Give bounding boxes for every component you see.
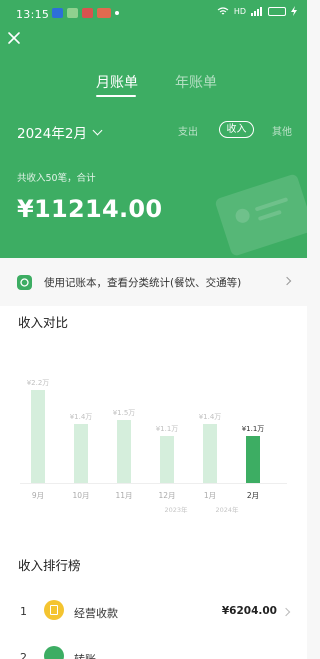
news-notification-icon bbox=[82, 8, 93, 18]
more-dot-icon bbox=[115, 11, 119, 15]
chart-bar[interactable] bbox=[31, 390, 45, 483]
month-label: 2024年2月 bbox=[17, 126, 87, 142]
chart-bar[interactable] bbox=[203, 424, 217, 483]
income-comparison-chart: 2023年 2024年 ¥2.2万 9月 ¥1.4万 10月 ¥1.5万 11月 ¥1.1万… bbox=[0, 350, 307, 520]
ledger-icon bbox=[17, 275, 32, 290]
rank-number: 1 bbox=[20, 605, 27, 618]
chart-baseline bbox=[20, 483, 287, 484]
segment-income[interactable]: 收入 bbox=[219, 121, 254, 138]
ranking-row[interactable]: 2 转账 bbox=[0, 646, 307, 659]
income-summary: 共收入50笔，合计 bbox=[17, 173, 96, 184]
chart-bar[interactable] bbox=[160, 436, 174, 483]
bar-value-label: ¥1.4万 bbox=[69, 413, 93, 421]
rank-number: 2 bbox=[20, 651, 27, 659]
rank-category: 经营收款 bbox=[74, 607, 118, 620]
rank-category: 转账 bbox=[74, 651, 96, 659]
rank-amount: ¥6204.00 bbox=[221, 605, 277, 617]
chevron-right-icon bbox=[282, 276, 292, 286]
business-income-icon bbox=[44, 600, 64, 620]
chart-bar[interactable] bbox=[117, 420, 131, 483]
ledger-tip-bar[interactable]: 使用记账本，查看分类统计(餐饮、交通等) bbox=[0, 258, 307, 306]
tab-monthly[interactable]: 月账单 bbox=[96, 72, 138, 92]
comparison-title: 收入对比 bbox=[18, 315, 69, 330]
chart-bar[interactable] bbox=[74, 424, 88, 483]
x-axis-label: 1月 bbox=[203, 491, 217, 500]
tab-indicator bbox=[96, 95, 136, 97]
shop-notification-icon bbox=[97, 8, 111, 18]
charging-icon bbox=[291, 6, 297, 16]
signal-icon bbox=[251, 6, 262, 16]
chevron-right-icon bbox=[281, 607, 291, 617]
content-card: 收入对比 2023年 2024年 ¥2.2万 9月 ¥1.4万 10月 ¥1.5万 11月… bbox=[0, 306, 307, 659]
x-axis-label: 12月 bbox=[158, 491, 176, 500]
bill-tabs: 月账单 年账单 bbox=[0, 72, 307, 102]
segment-other[interactable]: 其他 bbox=[272, 123, 292, 138]
header-panel: 13:15 HD 月账单 年账单 2024年2月 支出 收入 其他 共收入50笔… bbox=[0, 0, 307, 258]
chevron-down-icon bbox=[92, 125, 103, 135]
tab-yearly[interactable]: 年账单 bbox=[175, 72, 217, 92]
wallet-illustration-icon bbox=[215, 174, 307, 256]
close-icon[interactable] bbox=[7, 31, 21, 45]
status-right: HD bbox=[217, 6, 297, 16]
status-time: 13:15 bbox=[16, 8, 50, 21]
app-notification-icon bbox=[52, 8, 63, 18]
x-axis-label: 2月 bbox=[246, 491, 260, 500]
year-label-2024: 2024年 bbox=[215, 506, 239, 514]
network-type: HD bbox=[233, 6, 246, 16]
battery-icon bbox=[268, 6, 286, 16]
notification-icons bbox=[52, 8, 119, 18]
income-total: ¥11214.00 bbox=[17, 195, 163, 223]
wifi-icon bbox=[217, 6, 229, 14]
status-bar: 13:15 HD bbox=[0, 0, 307, 26]
year-label-2023: 2023年 bbox=[164, 506, 188, 514]
x-axis-label: 11月 bbox=[115, 491, 133, 500]
x-axis-label: 10月 bbox=[72, 491, 90, 500]
ranking-row[interactable]: 1 经营收款 ¥6204.00 bbox=[0, 600, 307, 645]
month-selector[interactable]: 2024年2月 bbox=[17, 122, 103, 142]
transfer-icon bbox=[44, 646, 64, 659]
ranking-title: 收入排行榜 bbox=[18, 558, 81, 573]
chat-notification-icon bbox=[67, 8, 78, 18]
tip-text: 使用记账本，查看分类统计(餐饮、交通等) bbox=[44, 277, 242, 289]
chart-bar[interactable] bbox=[246, 436, 260, 483]
segment-expense[interactable]: 支出 bbox=[178, 123, 198, 138]
bar-value-label: ¥1.1万 bbox=[155, 425, 179, 433]
bar-value-label: ¥1.5万 bbox=[112, 409, 136, 417]
bar-value-label: ¥1.1万 bbox=[241, 425, 265, 433]
x-axis-label: 9月 bbox=[31, 491, 45, 500]
bar-value-label: ¥2.2万 bbox=[26, 379, 50, 387]
bar-value-label: ¥1.4万 bbox=[198, 413, 222, 421]
